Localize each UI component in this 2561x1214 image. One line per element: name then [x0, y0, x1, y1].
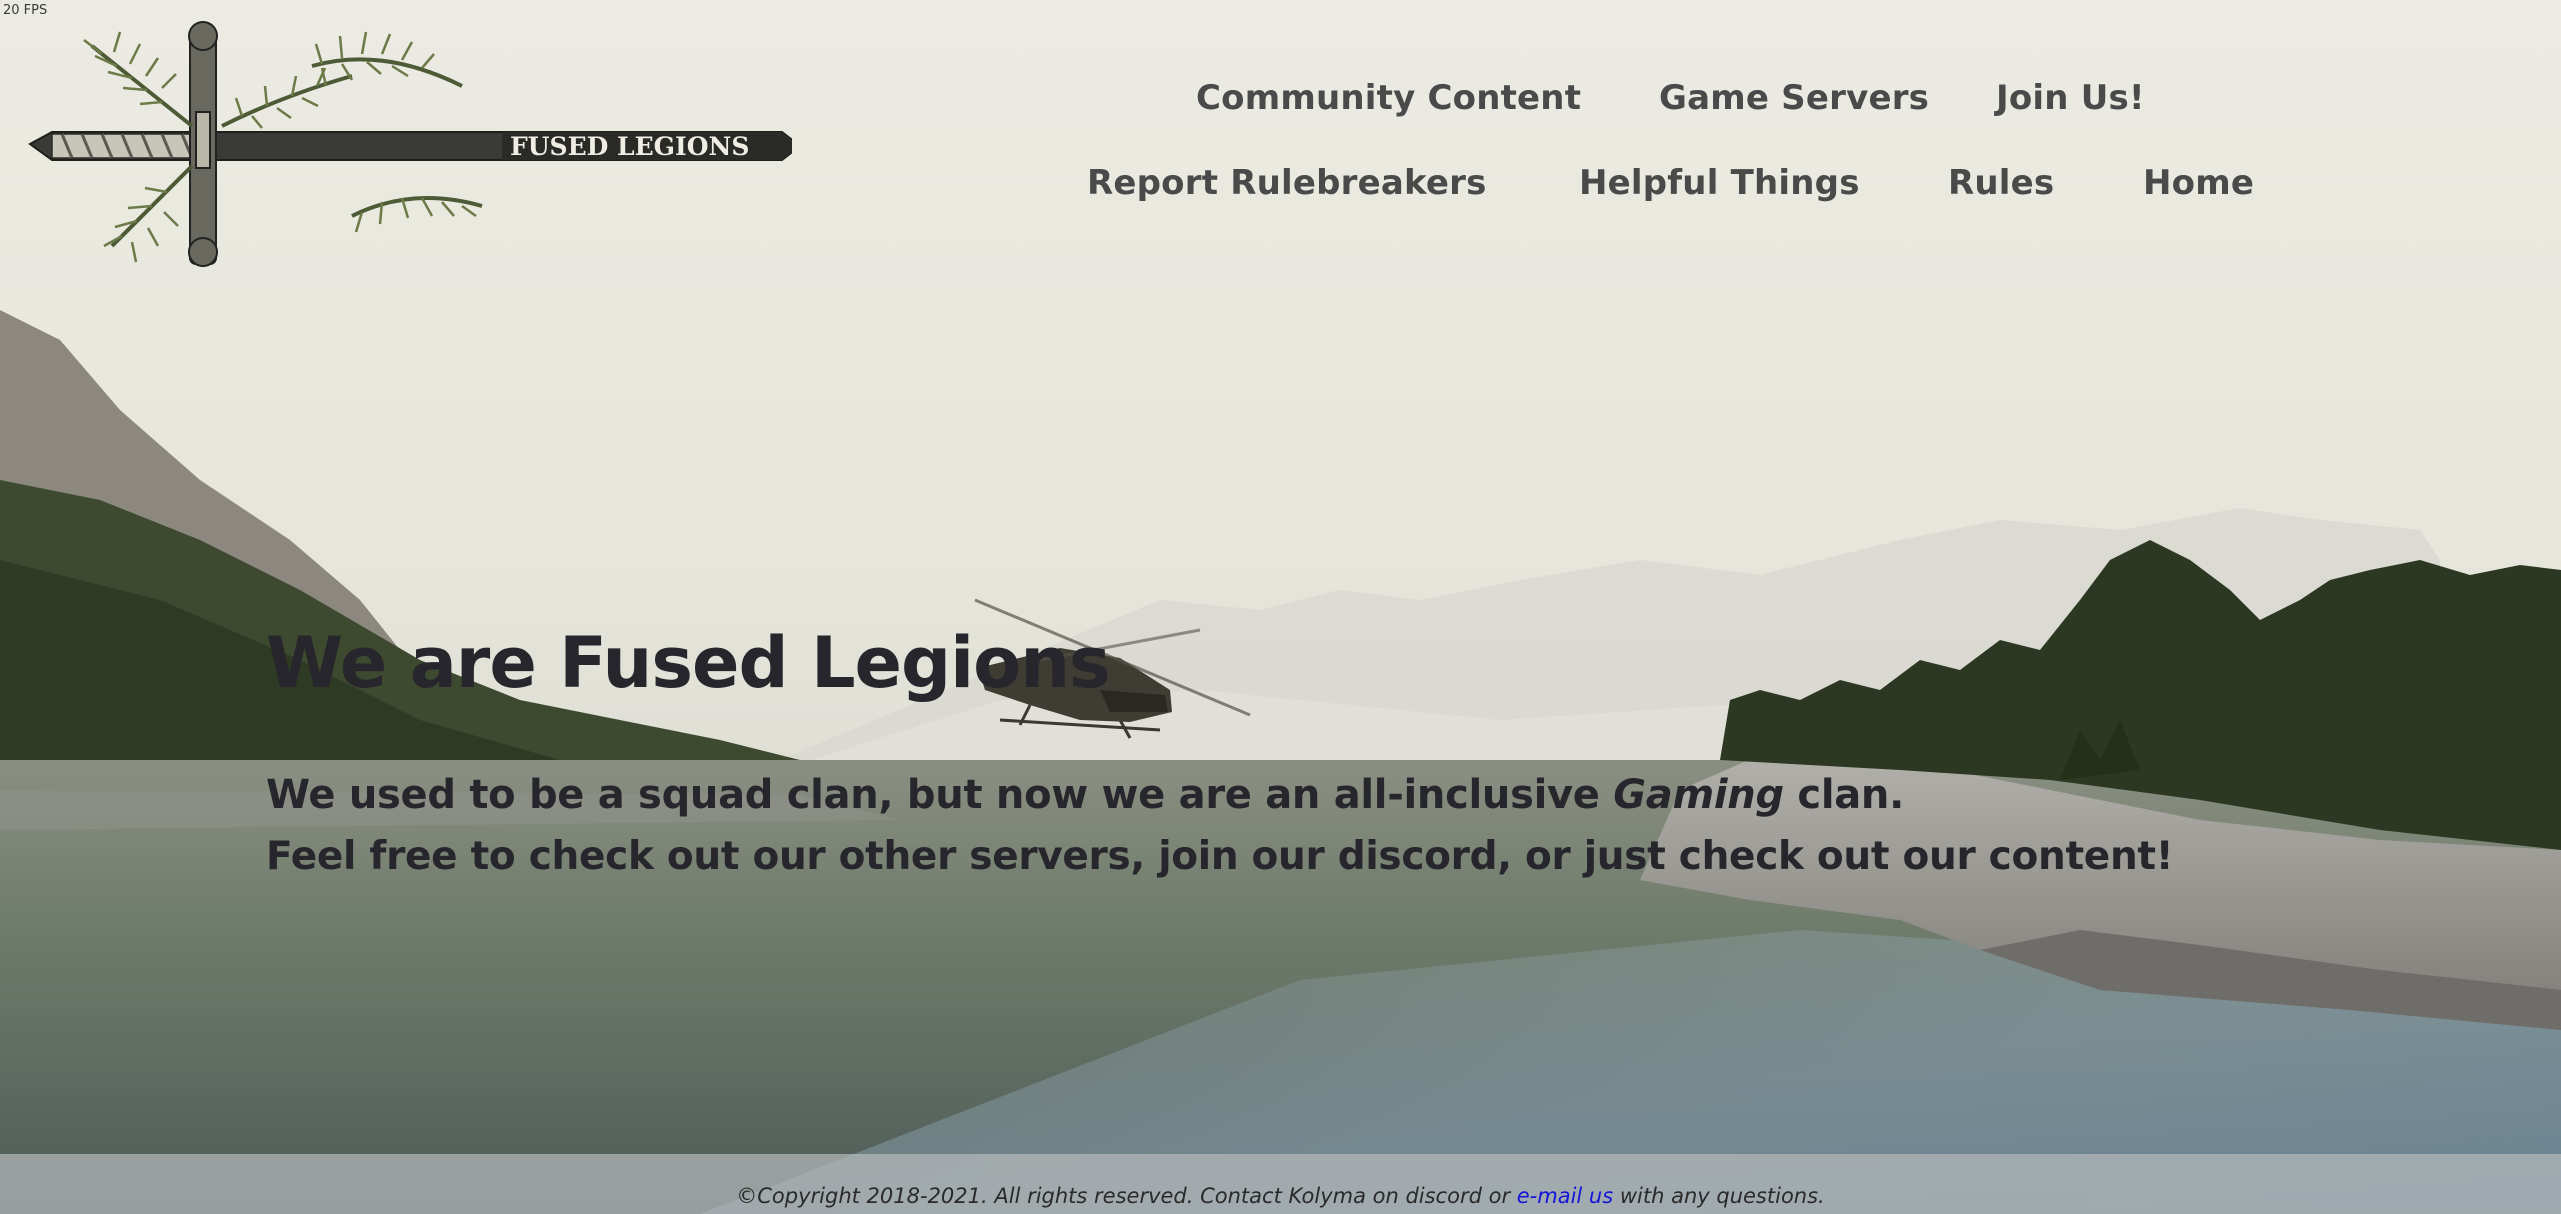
footer-text-end: with any questions.: [1613, 1184, 1825, 1208]
hero-line-1-start: We used to be a squad clan, but now we a…: [266, 772, 1614, 818]
nav-join-us[interactable]: Join Us!: [1996, 78, 2145, 118]
hero-title: We are Fused Legions: [266, 622, 1111, 704]
hero-line-1-emphasis: Gaming: [1613, 772, 1784, 818]
email-link[interactable]: e-mail us: [1517, 1184, 1613, 1208]
svg-text:FUSED LEGIONS: FUSED LEGIONS: [510, 132, 749, 161]
hero-line-1: We used to be a squad clan, but now we a…: [266, 772, 1904, 818]
footer-copyright: ©Copyright 2018-2021. All rights reserve…: [736, 1184, 1517, 1208]
hero-line-2: Feel free to check out our other servers…: [266, 834, 2174, 879]
nav-report-rulebreakers[interactable]: Report Rulebreakers: [1087, 163, 1487, 203]
crest-logo-icon[interactable]: FUSED LEGIONS: [22, 16, 802, 274]
footer: ©Copyright 2018-2021. All rights reserve…: [0, 1154, 2561, 1214]
footer-text: ©Copyright 2018-2021. All rights reserve…: [0, 1184, 2561, 1208]
nav-community-content[interactable]: Community Content: [1196, 78, 1581, 118]
nav-home[interactable]: Home: [2143, 163, 2254, 203]
hero-line-1-end: clan.: [1783, 772, 1905, 818]
nav-helpful-things[interactable]: Helpful Things: [1579, 163, 1860, 203]
nav-game-servers[interactable]: Game Servers: [1659, 78, 1929, 118]
nav-rules[interactable]: Rules: [1948, 163, 2054, 203]
